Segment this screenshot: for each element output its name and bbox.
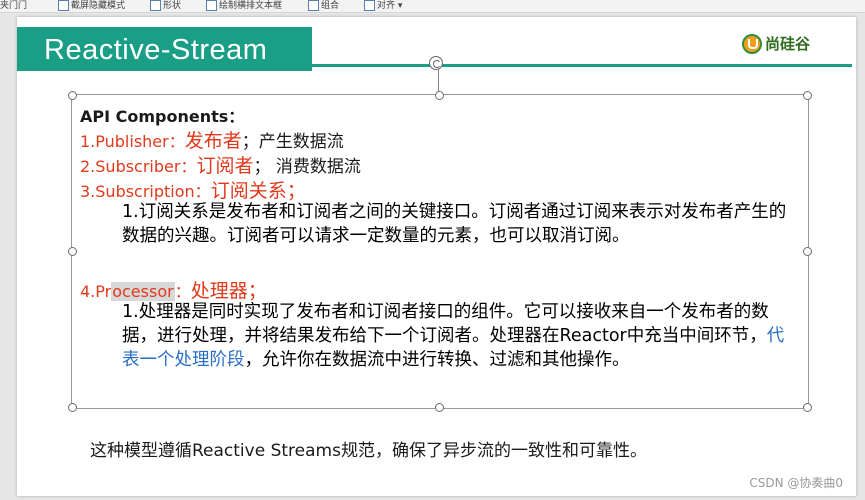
screen-icon xyxy=(58,0,69,11)
resize-handle[interactable] xyxy=(68,403,77,412)
resize-handle[interactable] xyxy=(435,403,444,412)
align-icon xyxy=(364,0,375,11)
textbox-icon xyxy=(206,0,217,11)
toolbar: 夹门门 截屏隐藏模式 形状 绘制横排文本框 组合 对齐 ▾ xyxy=(0,0,865,13)
resize-handle[interactable] xyxy=(803,403,812,412)
logo-text: 尚硅谷 xyxy=(765,35,811,53)
api-heading: API Components： xyxy=(80,107,245,126)
item-subscriber: 2.Subscriber：订阅者； 消费数据流 xyxy=(80,155,361,177)
resize-handle[interactable] xyxy=(68,247,77,256)
processor-description: 1.处理器是同时实现了发布者和订阅者接口的组件。它可以接收来自一个发布者的数据，… xyxy=(122,302,785,370)
footer-summary: 这种模型遵循Reactive Streams规范，确保了异步流的一致性和可靠性。 xyxy=(90,441,647,461)
resize-handle[interactable] xyxy=(435,91,444,100)
shape-icon xyxy=(150,0,161,11)
toolbar-item[interactable]: 夹门门 xyxy=(0,0,27,11)
item-publisher: 1.Publisher：发布者；产生数据流 xyxy=(80,130,344,152)
text-cursor-highlight: ocessor xyxy=(111,282,175,301)
slide-title: Reactive-Stream xyxy=(44,34,268,66)
resize-handle[interactable] xyxy=(803,91,812,100)
resize-handle[interactable] xyxy=(68,91,77,100)
rotate-handle-icon[interactable] xyxy=(429,56,443,70)
toolbar-item[interactable]: 绘制横排文本框 xyxy=(206,0,282,11)
group-icon xyxy=(308,0,319,11)
logo-icon xyxy=(742,33,762,54)
toolbar-item[interactable]: 对齐 ▾ xyxy=(364,0,402,11)
toolbar-item[interactable]: 组合 xyxy=(308,0,339,11)
item-subscription: 3.Subscription：订阅关系； xyxy=(80,180,306,202)
subscription-description: 1.订阅关系是发布者和订阅者之间的关键接口。订阅者通过订阅来表示对发布者产生的数… xyxy=(122,202,787,246)
logo: 尚硅谷 xyxy=(742,33,810,59)
toolbar-item[interactable]: 截屏隐藏模式 xyxy=(58,0,125,11)
item-processor: 4.Processor：处理器； xyxy=(80,280,267,302)
watermark: CSDN @协奏曲0 xyxy=(749,476,843,490)
resize-handle[interactable] xyxy=(803,247,812,256)
toolbar-item[interactable]: 形状 xyxy=(150,0,181,11)
